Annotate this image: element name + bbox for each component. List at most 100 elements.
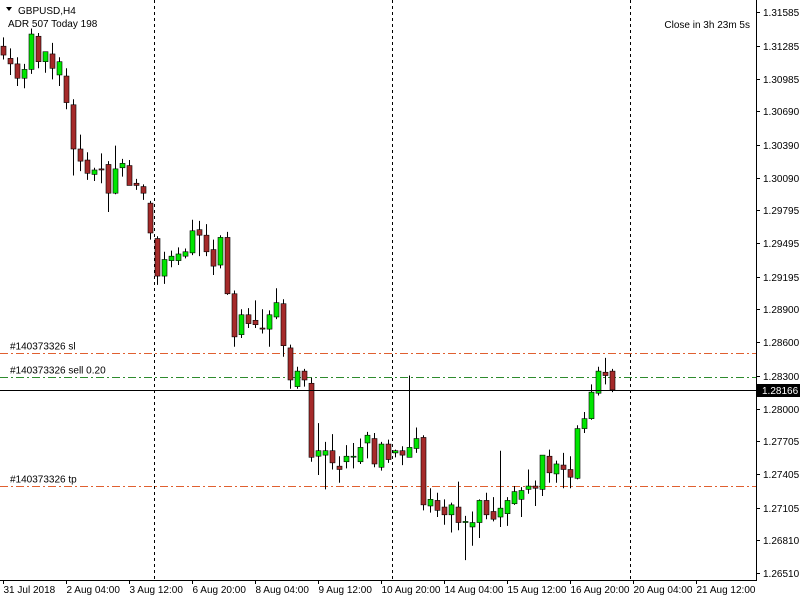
candle-body-bear — [77, 148, 84, 162]
candle-body-bear — [280, 303, 287, 347]
candle-body-bull — [539, 454, 546, 490]
candle-body-bull — [56, 61, 63, 76]
candle-body-bull — [504, 500, 511, 514]
candle-body-bull — [392, 450, 399, 454]
candle-body-bull — [357, 447, 364, 463]
candle-body-bull — [350, 455, 357, 458]
candle-body-bear — [546, 455, 553, 474]
price-tick-label: 1.30985 — [763, 75, 800, 86]
candle — [574, 425, 581, 480]
candle-body-bear — [490, 511, 497, 520]
current-price-label: 1.28166 — [762, 386, 799, 397]
candle-body-bear — [567, 469, 574, 478]
time-tick-label: 6 Aug 20:00 — [193, 585, 247, 596]
price-chart[interactable]: #140373326 sl #140373326 sell 0.20 #140373… — [0, 0, 800, 600]
candle-body-bear — [35, 35, 42, 62]
candle-body-bear — [441, 506, 448, 516]
candle-body-bear — [532, 485, 539, 489]
price-tick-label: 1.29195 — [763, 273, 800, 284]
candle-body-bear — [434, 500, 441, 511]
time-tick-label: 20 Aug 04:00 — [634, 585, 693, 596]
candle-body-bear — [84, 159, 91, 174]
candle-body-bull — [476, 500, 483, 523]
candle — [217, 235, 224, 269]
candle-body-bull — [595, 370, 602, 394]
candle-body-bear — [609, 370, 616, 391]
candle-body-bear — [210, 249, 217, 267]
candle-body-bull — [581, 418, 588, 429]
candle-body-bull — [588, 391, 595, 419]
candle-body-bull — [462, 521, 469, 523]
candle-body-bear — [560, 464, 567, 470]
candle-body-bull — [553, 463, 560, 475]
candle-body-bear — [105, 164, 112, 194]
candle-body-bear — [483, 500, 490, 516]
order-line-label: #140373326 sell 0.20 — [10, 366, 106, 377]
candle-body-bull — [525, 485, 532, 490]
candle-body-bull — [21, 69, 28, 79]
candle — [595, 366, 602, 396]
symbol-label: GBPUSD,H4 — [18, 6, 76, 17]
adr-label: ADR 507 Today 198 — [8, 19, 98, 30]
candle-body-bull — [161, 259, 168, 277]
candle-body-bull — [427, 499, 434, 507]
price-tick-label: 1.30390 — [763, 141, 800, 152]
candle-body-bear — [140, 186, 147, 194]
price-tick-label: 1.26510 — [763, 569, 800, 580]
candle-body-bull — [378, 443, 385, 468]
candle-body-bear — [420, 437, 427, 506]
candle-body-bull — [189, 230, 196, 254]
close-countdown: Close in 3h 23m 5s — [664, 20, 750, 31]
price-tick-label: 1.28900 — [763, 305, 800, 316]
candle-body-bull — [315, 450, 322, 457]
chart-window[interactable]: #140373326 sl #140373326 sell 0.20 #140373… — [0, 0, 800, 600]
candle-body-bull — [448, 504, 455, 516]
price-tick-label: 1.26810 — [763, 536, 800, 547]
candle-body-bull — [364, 434, 371, 444]
candle-body-bear — [371, 438, 378, 465]
candle-body-bull — [28, 33, 35, 70]
candle-body-bear — [70, 104, 77, 150]
candle-body-bull — [343, 455, 350, 463]
candle-body-bull — [112, 168, 119, 194]
price-tick-label: 1.29795 — [763, 206, 800, 217]
candle-body-bull — [238, 314, 245, 335]
time-tick-label: 2 Aug 04:00 — [67, 585, 121, 596]
candle-body-bull — [469, 522, 476, 528]
candle-body-bull — [413, 438, 420, 449]
candle-body-bull — [406, 447, 413, 458]
candle-body-bear — [385, 443, 392, 460]
price-tick-label: 1.30090 — [763, 174, 800, 185]
candle — [224, 231, 231, 295]
candle-body-bear — [98, 168, 105, 171]
candle-body-bull — [175, 253, 182, 261]
candle-body-bull — [91, 169, 98, 175]
candle-body-bull — [574, 428, 581, 479]
candle-body-bear — [196, 229, 203, 236]
candle — [609, 368, 616, 393]
candle-body-bear — [245, 314, 252, 324]
price-tick-label: 1.31285 — [763, 42, 800, 53]
price-tick-label: 1.28000 — [763, 405, 800, 416]
price-tick-label: 1.28600 — [763, 338, 800, 349]
time-tick-label: 8 Aug 04:00 — [256, 585, 310, 596]
candle — [420, 435, 427, 511]
candle-body-bear — [602, 371, 609, 376]
time-tick-label: 14 Aug 04:00 — [445, 585, 504, 596]
time-tick-label: 3 Aug 12:00 — [130, 585, 184, 596]
candle-body-bear — [63, 75, 70, 103]
candle-body-bear — [336, 465, 343, 470]
candle-body-bear — [14, 63, 21, 79]
time-tick-label: 31 Jul 2018 — [4, 585, 56, 596]
candle-body-bear — [49, 53, 56, 69]
candle-body-bull — [42, 51, 49, 62]
candle-body-bear — [133, 182, 140, 186]
candle-body-bear — [301, 370, 308, 381]
order-line-label: #140373326 sl — [10, 342, 76, 353]
candle-body-bear — [203, 234, 210, 253]
candle-body-bull — [518, 490, 525, 500]
candle-body-bull — [182, 251, 189, 257]
candle-body-bear — [7, 58, 14, 65]
order-line-label: #140373326 tp — [10, 475, 77, 486]
candle-body-bear — [287, 347, 294, 381]
